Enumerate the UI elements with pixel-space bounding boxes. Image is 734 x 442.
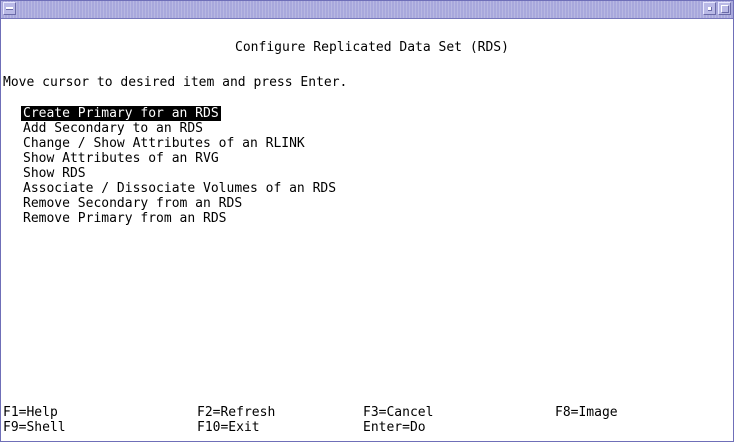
menu-list: Create Primary for an RDS Add Secondary … bbox=[21, 106, 338, 226]
refresh-key[interactable]: F2=Refresh bbox=[197, 405, 275, 420]
minimize-button[interactable] bbox=[703, 2, 716, 15]
image-key[interactable]: F8=Image bbox=[555, 405, 618, 420]
window-menu-button[interactable] bbox=[3, 2, 16, 15]
function-key-bar: F1=Help F2=Refresh F3=Cancel F8=Image F9… bbox=[3, 405, 731, 439]
maximize-button[interactable] bbox=[718, 2, 731, 15]
menu-item-remove-primary[interactable]: Remove Primary from an RDS bbox=[21, 211, 229, 226]
window-titlebar[interactable] bbox=[1, 1, 733, 19]
function-key-row: F1=Help F2=Refresh F3=Cancel F8=Image bbox=[3, 405, 731, 420]
exit-key[interactable]: F10=Exit bbox=[197, 420, 260, 435]
screen-title: Configure Replicated Data Set (RDS) bbox=[235, 40, 509, 55]
minimize-icon bbox=[708, 7, 712, 11]
smit-screen: Configure Replicated Data Set (RDS) Move… bbox=[3, 19, 731, 419]
menu-item-remove-secondary[interactable]: Remove Secondary from an RDS bbox=[21, 196, 244, 211]
menu-item-rlink-attributes[interactable]: Change / Show Attributes of an RLINK bbox=[21, 136, 307, 151]
menu-item-show-rds[interactable]: Show RDS bbox=[21, 166, 88, 181]
menu-item-rvg-attributes[interactable]: Show Attributes of an RVG bbox=[21, 151, 221, 166]
maximize-icon bbox=[721, 5, 729, 13]
menu-item-associate-volumes[interactable]: Associate / Dissociate Volumes of an RDS bbox=[21, 181, 338, 196]
terminal-window: Configure Replicated Data Set (RDS) Move… bbox=[0, 0, 734, 442]
window-menu-icon bbox=[6, 7, 13, 10]
shell-key[interactable]: F9=Shell bbox=[3, 420, 66, 435]
cancel-key[interactable]: F3=Cancel bbox=[363, 405, 433, 420]
menu-item-create-primary[interactable]: Create Primary for an RDS bbox=[21, 106, 221, 121]
instructions-text: Move cursor to desired item and press En… bbox=[3, 75, 348, 90]
menu-item-add-secondary[interactable]: Add Secondary to an RDS bbox=[21, 121, 205, 136]
do-key[interactable]: Enter=Do bbox=[363, 420, 426, 435]
help-key[interactable]: F1=Help bbox=[3, 405, 58, 420]
function-key-row: F9=Shell F10=Exit Enter=Do bbox=[3, 420, 731, 435]
